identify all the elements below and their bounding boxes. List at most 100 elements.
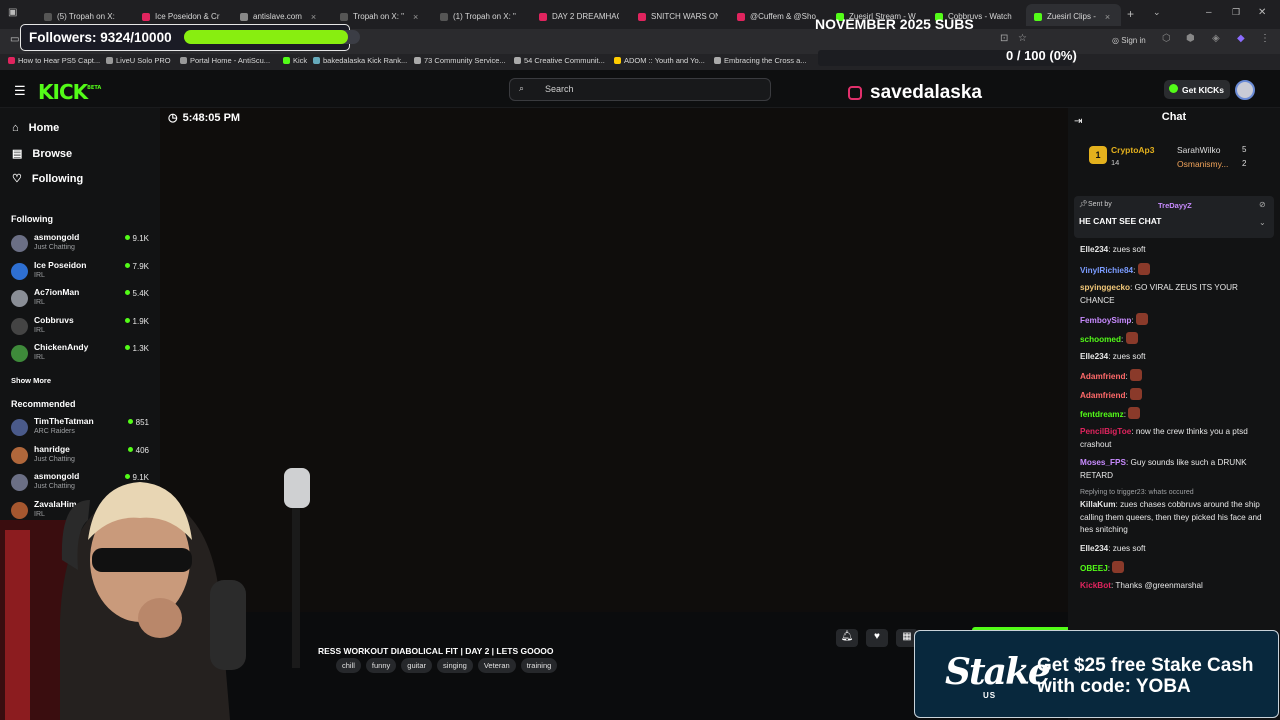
browser-tab[interactable]: antislave.com × [232, 4, 320, 26]
notification-bell-button[interactable]: 🔔︎ [836, 629, 858, 647]
maximize-icon[interactable]: ❐ [1232, 7, 1240, 18]
stream-tag[interactable]: chill [336, 658, 361, 673]
bookmark-item[interactable]: LiveU Solo PRO [106, 56, 171, 65]
show-more-button[interactable]: Show More [11, 376, 51, 385]
browser-tab[interactable]: Tropah on X: " × [332, 4, 422, 26]
stake-logo-sub: US [983, 691, 997, 700]
bookmark-item[interactable]: Portal Home - AntiScu... [180, 56, 270, 65]
tab-label: DAY 2 DREAMHAC [552, 12, 619, 21]
sidebar-channel[interactable]: TimTheTatman ARC Raiders 851 [11, 416, 151, 442]
pinned-message[interactable]: 📌︎ Sent by TreDayyZ HE CANT SEE CHAT ⊘ ⌄ [1074, 196, 1274, 238]
browser-tab[interactable]: DAY 2 DREAMHAC× [531, 4, 619, 26]
bookmark-item[interactable]: ADOM :: Youth and Yo... [614, 56, 705, 65]
close-tab-icon[interactable]: × [413, 12, 418, 22]
browser-tab[interactable]: Zuesirl Clips - × [1026, 4, 1121, 26]
chat-message[interactable]: Elle234: zues soft [1080, 244, 1266, 257]
chat-message[interactable]: KillaKum: zues chases cobbruvs around th… [1080, 499, 1266, 537]
hamburger-menu-icon[interactable]: ☰ [14, 83, 26, 99]
bookmark-item[interactable]: Kick [283, 56, 307, 65]
extension-icon[interactable]: ◆ [1237, 33, 1245, 44]
bookmark-item[interactable]: Embracing the Cross a... [714, 56, 807, 65]
chat-message[interactable]: FemboySimp: [1080, 313, 1266, 328]
browser-tab[interactable]: SNITCH WARS ON× [630, 4, 718, 26]
bookmark-item[interactable]: 73 Community Service... [414, 56, 506, 65]
sidebar-channel[interactable]: Cobbruvs IRL 1.9K [11, 315, 151, 341]
extension-icon[interactable]: ⬡ [1162, 33, 1171, 44]
minimize-icon[interactable]: – [1206, 7, 1212, 18]
stream-tag[interactable]: Veteran [477, 658, 516, 673]
chat-username[interactable]: KillaKum [1080, 500, 1116, 509]
pinned-user[interactable]: TreDayyZ [1158, 201, 1192, 210]
menu-icon[interactable]: ⋮ [1260, 33, 1270, 44]
chat-username[interactable]: FemboySimp [1080, 316, 1131, 325]
close-window-icon[interactable]: ✕ [1258, 7, 1266, 18]
chat-message[interactable]: OBEEJ: [1080, 561, 1266, 576]
kick-logo[interactable]: KICKBETA [38, 80, 101, 104]
chat-username[interactable]: Adamfriend [1080, 391, 1126, 400]
chat-message[interactable]: KickBot: Thanks @greenmarshal [1080, 580, 1266, 593]
browser-tab[interactable]: (5) Tropah on X: "k× [36, 4, 116, 26]
chat-message[interactable]: schoomed: [1080, 332, 1266, 347]
chat-message[interactable]: spyinggecko: GO VIRAL ZEUS ITS YOUR CHAN… [1080, 282, 1266, 307]
stream-tag[interactable]: guitar [401, 658, 433, 673]
chat-message[interactable]: VinylRichie84: [1080, 263, 1266, 278]
chat-username[interactable]: VinylRichie84 [1080, 266, 1133, 275]
chat-message[interactable]: Adamfriend: [1080, 369, 1266, 384]
nav-home[interactable]: ⌂ Home [12, 122, 59, 134]
install-icon[interactable]: ⊡ [1000, 33, 1008, 44]
chat-message[interactable]: Elle234: zues soft [1080, 351, 1266, 364]
sidebar-channel[interactable]: ChickenAndy IRL 1.3K [11, 342, 151, 368]
new-tab-icon[interactable]: + [1127, 7, 1134, 21]
chevron-down-icon[interactable]: ⌄ [1259, 218, 1266, 227]
close-tab-icon[interactable]: × [311, 12, 316, 22]
browser-tab[interactable]: Ice Poseidon & Cr× [134, 4, 222, 26]
chat-message[interactable]: fentdreamz: [1080, 407, 1266, 422]
extension-icon[interactable]: ◈ [1212, 33, 1220, 44]
chat-username[interactable]: KickBot [1080, 581, 1111, 590]
leaderboard-user-2[interactable]: SarahWilko [1177, 145, 1220, 155]
chat-message[interactable]: Elle234: zues soft [1080, 543, 1266, 556]
stream-tag[interactable]: singing [437, 658, 473, 673]
sidebar-channel[interactable]: Ac7ionMan IRL 5.4K [11, 287, 151, 313]
chat-username[interactable]: schoomed [1080, 335, 1121, 344]
chat-username[interactable]: Adamfriend [1080, 372, 1126, 381]
nav-following[interactable]: ♡ Following [12, 172, 83, 186]
bookmark-item[interactable]: 54 Creative Communit... [514, 56, 605, 65]
get-kicks-button[interactable]: Get KICKs [1164, 80, 1230, 99]
unpin-icon[interactable]: ⊘ [1259, 200, 1266, 209]
bookmark-item[interactable]: bakedalaska Kick Rank... [313, 56, 407, 65]
channel-category: Just Chatting [34, 244, 75, 251]
stream-tag[interactable]: funny [365, 658, 397, 673]
chat-message[interactable]: Adamfriend: [1080, 388, 1266, 403]
chat-username[interactable]: PencilBigToe [1080, 427, 1131, 436]
bookmark-star-icon[interactable]: ☆ [1018, 33, 1027, 44]
tab-actions-icon[interactable]: ▣ [8, 7, 17, 18]
tab-list-icon[interactable]: ⌄ [1153, 7, 1161, 18]
chat-message[interactable]: PencilBigToe: now the crew thinks you a … [1080, 426, 1266, 451]
chat-username[interactable]: OBEEJ [1080, 564, 1108, 573]
chat-username[interactable]: fentdreamz [1080, 410, 1124, 419]
chat-username[interactable]: Elle234 [1080, 352, 1108, 361]
sign-in-button[interactable]: ◎ Sign in [1112, 36, 1146, 45]
browser-tab[interactable]: (1) Tropah on X: "× [432, 4, 520, 26]
pinned-text: HE CANT SEE CHAT [1079, 216, 1162, 226]
stream-tag[interactable]: training [520, 658, 558, 673]
nav-browse[interactable]: ▤ Browse [12, 147, 72, 161]
leaderboard-top-user[interactable]: CryptoAp3 [1111, 145, 1154, 155]
chat-username[interactable]: Moses_FPS [1080, 458, 1126, 467]
leaderboard-user-3[interactable]: Osmanismy... [1177, 159, 1228, 169]
search-input[interactable]: ⌕ Search [509, 78, 771, 101]
sidebar-channel[interactable]: Ice Poseidon IRL 7.9K [11, 260, 151, 286]
sidebar-channel[interactable]: asmongold Just Chatting 9.1K [11, 232, 151, 258]
extension-icon[interactable]: ⬢ [1186, 33, 1195, 44]
chat-message[interactable]: Moses_FPS: Guy sounds like such a DRUNK … [1080, 457, 1266, 482]
chat-username[interactable]: spyinggecko [1080, 283, 1130, 292]
close-tab-icon[interactable]: × [1105, 12, 1110, 22]
user-avatar[interactable] [1235, 80, 1255, 100]
browser-tab[interactable]: @Cuffem & @Sho× [729, 4, 817, 26]
sidebar-toggle-icon[interactable]: ▭ [10, 34, 19, 45]
follow-heart-button[interactable]: ♥ [866, 629, 888, 647]
chat-username[interactable]: Elle234 [1080, 544, 1108, 553]
chat-username[interactable]: Elle234 [1080, 245, 1108, 254]
bookmark-item[interactable]: How to Hear PS5 Capt... [8, 56, 100, 65]
